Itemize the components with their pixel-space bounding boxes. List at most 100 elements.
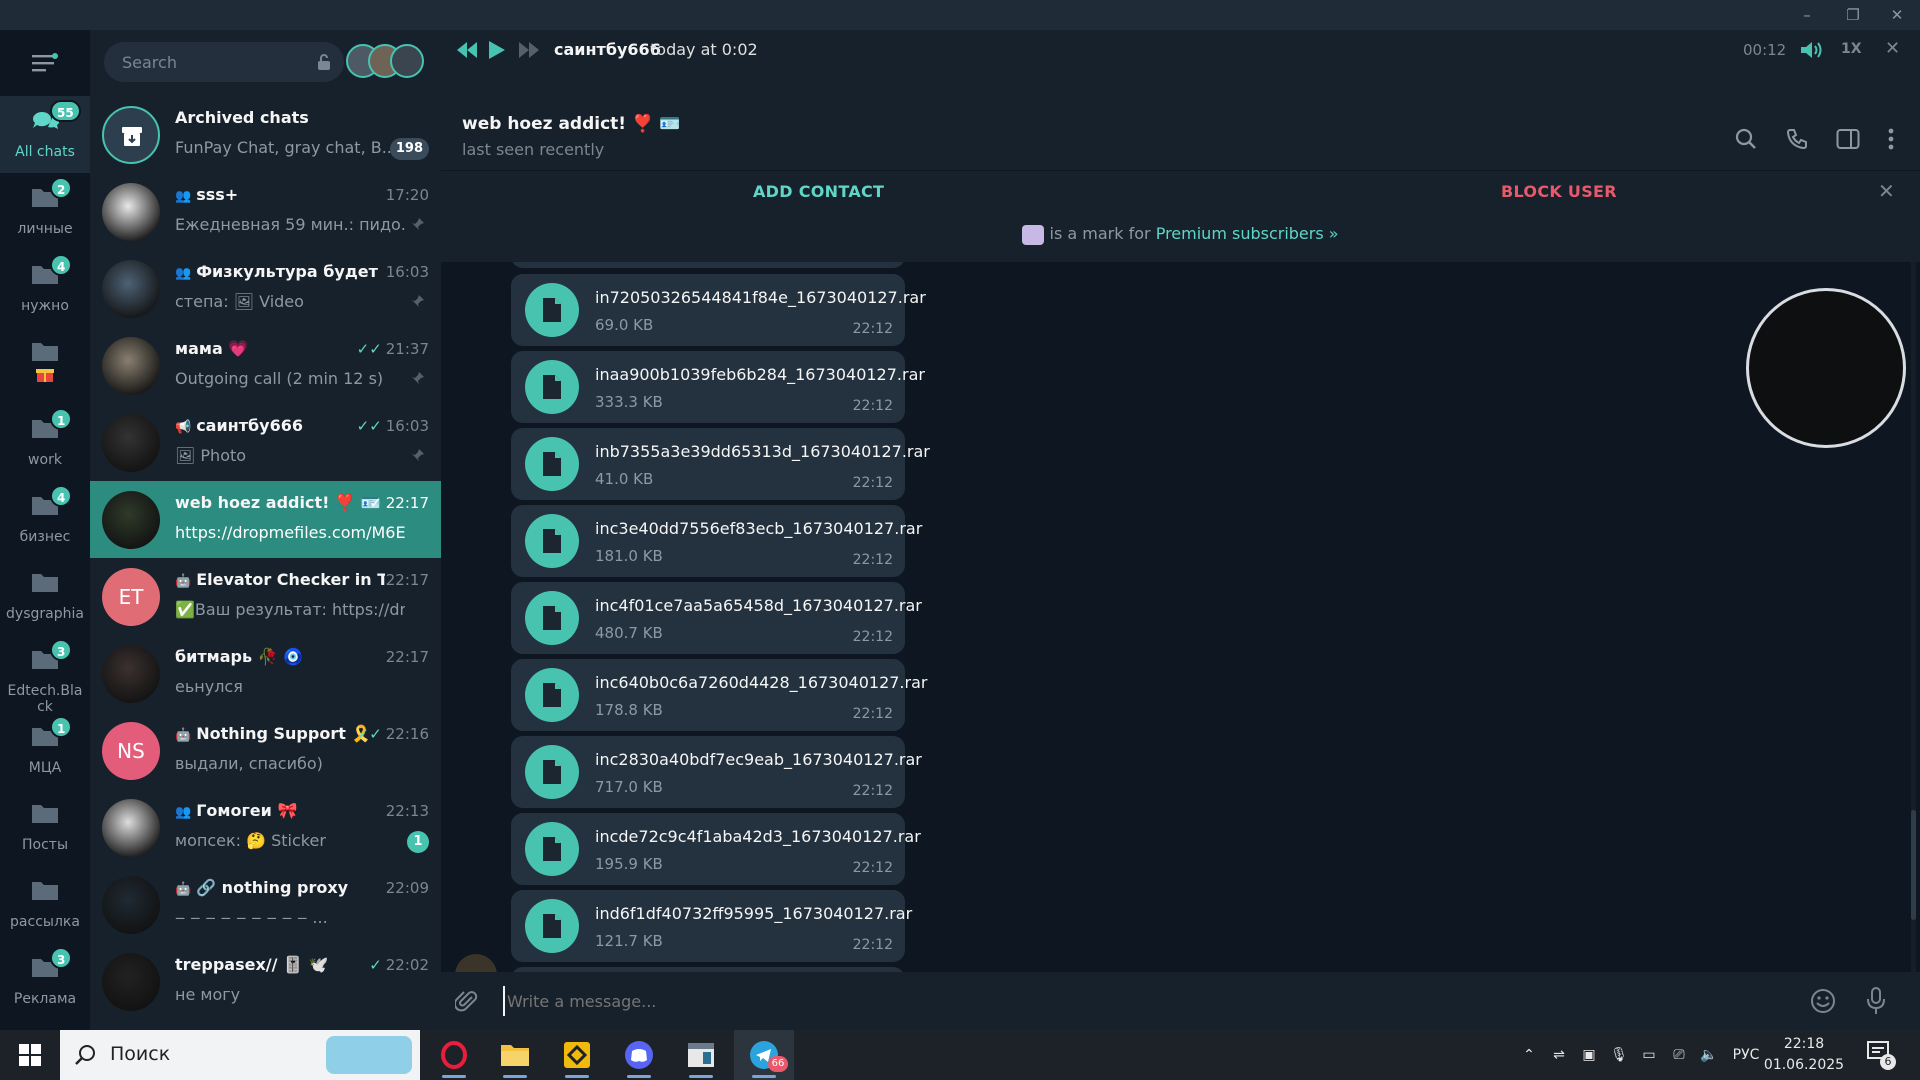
folder-бизнес[interactable]: 4 бизнес <box>0 481 90 558</box>
chat-time-wrap: ✓✓ 16:03 <box>357 417 429 435</box>
chat-row[interactable]: 👥 Гомогеи 🎀 22:13 мопсек: 🤔 Sticker 1 <box>90 789 441 866</box>
folder-edtech-bla-ck[interactable]: 3 Edtech.Bla ck <box>0 635 90 715</box>
file-download-button[interactable] <box>525 437 579 491</box>
chat-row[interactable]: 🤖 🔗 nothing proxy 22:09 ‒ ‒ ‒ ‒ ‒ ‒ ‒ ‒ ‒ .… <box>90 866 441 943</box>
message-scrollbar[interactable] <box>1911 262 1916 1004</box>
network-device-icon[interactable]: ⇌ <box>1544 1047 1574 1063</box>
file-download-button[interactable] <box>525 591 579 645</box>
file-download-button[interactable] <box>525 514 579 568</box>
story-avatar[interactable] <box>390 44 424 78</box>
opera-app[interactable] <box>424 1030 484 1080</box>
camera-icon[interactable]: ▣ <box>1574 1047 1604 1063</box>
chat-row[interactable]: битмарь 🥀 🧿 22:17 еьнулся <box>90 635 441 712</box>
folder-нужно[interactable]: 4 нужно <box>0 250 90 327</box>
folder-dysgraphia[interactable]: dysgraphia <box>0 558 90 635</box>
scrollbar-thumb[interactable] <box>1911 810 1916 920</box>
microphone-tray-icon[interactable]: 🎙 <box>1604 1047 1634 1063</box>
file-icon <box>543 914 561 938</box>
attach-icon[interactable] <box>455 989 479 1013</box>
premium-link[interactable]: Premium subscribers » <box>1156 224 1339 243</box>
lock-icon[interactable] <box>316 53 332 71</box>
taskbar-search[interactable]: Поиск <box>60 1030 420 1080</box>
chat-row[interactable]: 📢 саинтбу666 ✓✓ 16:03 🖼 Photo <box>90 404 441 481</box>
file-message[interactable]: incde72c9c4f1aba42d3_1673040127.rar 195.9… <box>511 813 921 885</box>
chat-name-wrap: битмарь 🥀 🧿 <box>175 647 385 666</box>
play-icon[interactable] <box>489 41 505 59</box>
chat-avatar <box>102 414 160 472</box>
chat-row[interactable]: мама 💗 ✓✓ 21:37 Outgoing call (2 min 12 s) <box>90 327 441 404</box>
chat-time-wrap: 22:17 <box>386 648 429 666</box>
message-input[interactable] <box>503 986 1603 1016</box>
message-list[interactable]: in72050326544841f84e_1673040127.rar 69.0 … <box>441 262 1920 1004</box>
file-name: inc2830a40bdf7ec9eab_1673040127.rar <box>595 750 922 769</box>
playback-speed-button[interactable]: 1X <box>1841 41 1862 57</box>
search-icon[interactable] <box>1735 128 1757 150</box>
search-input[interactable] <box>104 42 304 82</box>
stories-strip[interactable] <box>346 44 426 80</box>
file-message[interactable]: inc2830a40bdf7ec9eab_1673040127.rar 717.0… <box>511 736 922 808</box>
show-hidden-icons-icon[interactable]: ⌃ <box>1514 1047 1544 1063</box>
chat-row[interactable]: 👥 Физкультура будет ... 16:03 степа: 🖼 Vide… <box>90 250 441 327</box>
file-download-button[interactable] <box>525 283 579 337</box>
folder-all-chats[interactable]: 55 All chats <box>0 96 90 173</box>
notification-center-button[interactable]: 6 <box>1866 1040 1906 1070</box>
speaker-icon[interactable]: 🔈 <box>1694 1047 1724 1063</box>
file-explorer-app[interactable] <box>485 1030 545 1080</box>
chat-row[interactable]: web hoez addict! ❣️ 🪪 ✓ 22:17 https://dropm… <box>90 481 441 558</box>
main-menu-button[interactable] <box>0 30 90 96</box>
sidebar-toggle-icon[interactable] <box>1836 128 1860 150</box>
restore-button[interactable]: ❐ <box>1830 0 1876 30</box>
emoji-icon[interactable] <box>1810 988 1836 1014</box>
microphone-icon[interactable] <box>1866 987 1886 1015</box>
clock[interactable]: 22:18 01.06.2025 <box>1756 1034 1852 1076</box>
file-download-button[interactable] <box>525 360 579 414</box>
folder-реклама[interactable]: 3 Реклама <box>0 943 90 1020</box>
binance-app[interactable] <box>547 1030 607 1080</box>
terminal-app[interactable] <box>671 1030 731 1080</box>
discord-app[interactable] <box>609 1030 669 1080</box>
file-message[interactable]: inb7355a3e39dd65313d_1673040127.rar 41.0 … <box>511 428 930 500</box>
file-download-button[interactable] <box>525 899 579 953</box>
folder-мца[interactable]: 1 МЦА <box>0 712 90 789</box>
bot-icon: 🤖 <box>175 728 192 743</box>
file-message-partial[interactable] <box>511 262 905 268</box>
more-options-icon[interactable] <box>1887 128 1895 150</box>
minimize-button[interactable]: – <box>1784 0 1830 30</box>
block-user-button[interactable]: BLOCK USER <box>1501 182 1617 201</box>
chat-row[interactable]: ET 🤖 Elevator Checker in TG 22:17 ✅Ваш резул… <box>90 558 441 635</box>
close-player-icon[interactable]: ✕ <box>1885 38 1900 59</box>
folder-gifts[interactable] <box>0 327 90 404</box>
file-message[interactable]: inaa900b1039feb6b284_1673040127.rar 333.3… <box>511 351 925 423</box>
file-message[interactable]: inc3e40dd7556ef83ecb_1673040127.rar 181.0… <box>511 505 922 577</box>
chat-header[interactable]: web hoez addict! ❣️ 🪪 last seen recently <box>441 70 1920 170</box>
folder-посты[interactable]: Посты <box>0 789 90 866</box>
telegram-app[interactable]: 66 <box>734 1030 794 1080</box>
chat-row[interactable]: treppasex// 🎚️ 🕊️ ✓ 22:02 не могу <box>90 943 441 1020</box>
file-download-button[interactable] <box>525 745 579 799</box>
folder-личные[interactable]: 2 личные <box>0 173 90 250</box>
volume-icon[interactable] <box>1801 41 1823 59</box>
previous-track-icon[interactable] <box>457 42 477 58</box>
folder-рассылка[interactable]: рассылка <box>0 866 90 943</box>
file-message[interactable]: ind6f1df40732ff95995_1673040127.rar 121.7… <box>511 890 912 962</box>
file-download-button[interactable] <box>525 668 579 722</box>
next-track-icon[interactable] <box>519 42 539 58</box>
chat-row[interactable]: Archived chats FunPay Chat, gray chat, B.… <box>90 96 441 173</box>
close-banner-icon[interactable]: ✕ <box>1878 179 1895 203</box>
display-icon[interactable]: ⎚ <box>1664 1047 1694 1063</box>
add-contact-button[interactable]: ADD CONTACT <box>753 182 884 201</box>
clock-date: 01.06.2025 <box>1763 1057 1845 1073</box>
file-download-button[interactable] <box>525 822 579 876</box>
chat-title[interactable]: web hoez addict! ❣️ 🪪 <box>462 114 680 134</box>
chat-row[interactable]: 👥 sss+ 17:20 Ежедневная 59 мин.: пидо... <box>90 173 441 250</box>
chat-row[interactable]: NS 🤖 Nothing Support 🎗️ ✓✓ 22:16 выдали, спас… <box>90 712 441 789</box>
start-button[interactable] <box>0 1030 60 1080</box>
close-button[interactable]: ✕ <box>1874 0 1920 30</box>
folder-work[interactable]: 1 work <box>0 404 90 481</box>
video-message-bubble[interactable] <box>1746 288 1906 448</box>
file-message[interactable]: in72050326544841f84e_1673040127.rar 69.0 … <box>511 274 926 346</box>
file-message[interactable]: inc4f01ce7aa5a65458d_1673040127.rar 480.7… <box>511 582 922 654</box>
phone-icon[interactable] <box>1786 128 1808 150</box>
file-message[interactable]: inc640b0c6a7260d4428_1673040127.rar 178.8… <box>511 659 927 731</box>
battery-icon[interactable]: ▭ <box>1634 1047 1664 1063</box>
